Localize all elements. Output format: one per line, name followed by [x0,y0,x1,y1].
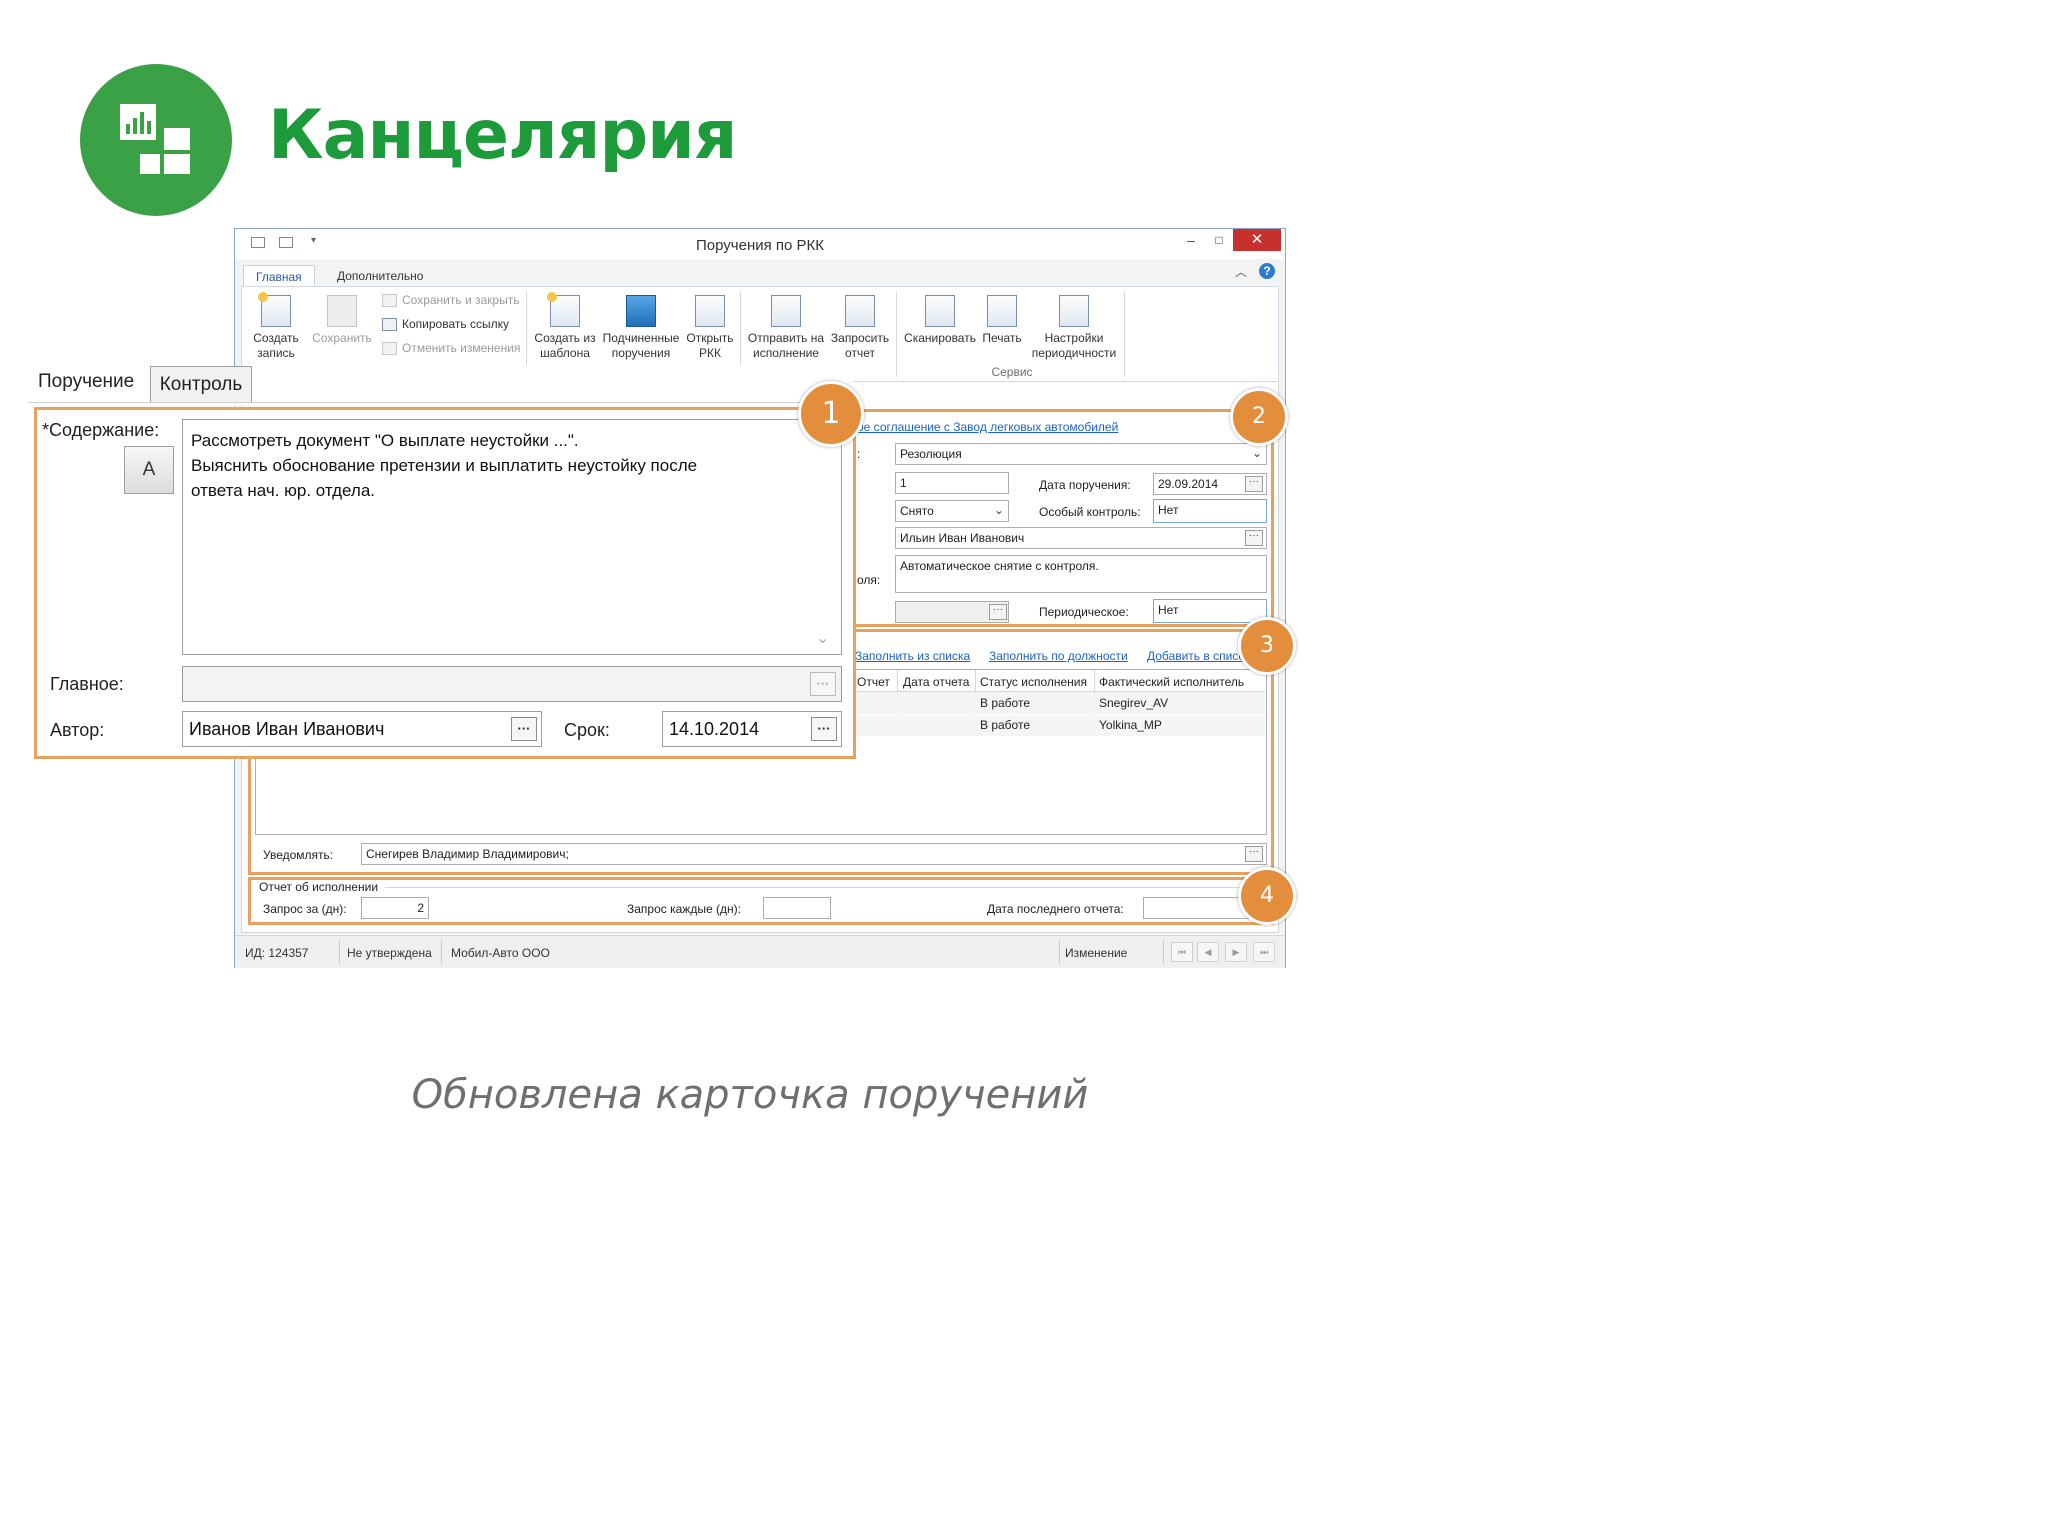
save-close-icon [382,294,397,308]
badge-1: 1 [798,381,864,447]
app-logo [80,64,232,216]
create-record-button[interactable]: Создать запись [248,292,304,361]
edit-mode: Изменение [1065,946,1128,960]
close-button[interactable]: ✕ [1233,229,1281,251]
logo-tile [164,154,190,174]
status-bar: ИД: 124357 Не утверждена Мобил-Авто ООО … [235,935,1285,968]
scanner-icon [925,295,955,327]
textarea-scroll-down-icon[interactable]: ⌄ [816,628,829,648]
badge-2: 2 [1230,388,1288,446]
save-close-button[interactable]: Сохранить и закрыть [382,293,519,308]
main-label: Главное: [50,674,124,694]
record-id: ИД: 124357 [245,946,309,960]
ribbon-separator [740,291,741,377]
author-label: Автор: [50,720,105,740]
template-icon [547,292,580,327]
save-icon [327,295,357,327]
ribbon-tabs: Главная Дополнительно [235,261,1285,288]
save-button[interactable]: Сохранить [308,295,376,346]
text-format-button[interactable]: A [124,446,174,494]
ribbon-group-label: Сервис [991,365,1033,379]
ribbon-collapse-icon[interactable]: ︿ [1235,263,1247,280]
next-record-icon[interactable]: ▶ [1225,942,1247,962]
first-record-icon[interactable]: ⏮ [1171,942,1193,962]
create-from-template-button[interactable]: Создать из шаблона [532,292,598,361]
periodicity-settings-button[interactable]: Настройки периодичности [1026,295,1122,361]
printer-icon [987,295,1017,327]
highlight-frame-2 [848,409,1274,627]
open-rkk-button[interactable]: Открыть РКК [684,295,736,361]
request-report-button[interactable]: Запросить отчет [828,295,892,361]
main-field[interactable] [182,666,842,702]
logo-chart-tile [120,104,156,140]
window-title: Поручения по РКК [695,237,825,254]
send-to-execution-button[interactable]: Отправить на исполнение [746,295,826,361]
undo-icon [382,342,397,356]
main-picker-button[interactable]: ··· [810,672,836,696]
copy-link-button[interactable]: Копировать ссылку [382,317,509,332]
content-line: ответа нач. юр. отдела. [191,481,376,500]
document-icon [695,295,725,327]
overlay-tab-rule [28,402,854,403]
ribbon-separator [526,291,527,377]
organization: Мобил-Авто ООО [451,946,550,960]
author-picker-button[interactable]: ··· [511,717,537,741]
ribbon-separator [1124,291,1125,377]
deadline-picker-button[interactable]: ··· [811,717,837,741]
status-separator [1163,940,1164,964]
tab-main[interactable]: Главная [243,265,315,288]
content-line: Рассмотреть документ "О выплате неустойк… [191,431,579,450]
ribbon-separator [896,291,897,377]
minimize-button[interactable]: – [1177,229,1205,251]
approval-status: Не утверждена [347,946,432,960]
status-separator [441,940,442,964]
title-bar: ▾ Поручения по РКК – □ ✕ [235,229,1285,259]
deadline-label: Срок: [564,720,610,740]
copy-link-icon [382,318,397,332]
author-field[interactable]: Иванов Иван Иванович [182,711,542,747]
scan-button[interactable]: Сканировать [902,295,978,346]
logo-tile [140,154,160,174]
maximize-button[interactable]: □ [1205,229,1233,251]
content-label: *Содержание: [42,420,160,440]
prev-record-icon[interactable]: ◀ [1197,942,1219,962]
slide-title: Канцелярия [268,96,737,175]
help-icon[interactable]: ? [1259,263,1275,279]
print-button[interactable]: Печать [980,295,1024,346]
calendar-settings-icon [1059,295,1089,327]
content-textarea[interactable]: Рассмотреть документ "О выплате неустойк… [182,419,842,655]
sub-orders-button[interactable]: Подчиненные поручения [600,295,682,361]
logo-tile [164,128,190,150]
status-separator [1059,940,1060,964]
tab-order[interactable]: Поручение [38,371,134,393]
last-record-icon[interactable]: ⏭ [1253,942,1275,962]
calendar-request-icon [845,295,875,327]
badge-4: 4 [1238,867,1296,925]
badge-3: 3 [1238,617,1296,675]
highlight-frame-4 [248,877,1274,925]
tab-additional[interactable]: Дополнительно [325,265,435,287]
tab-control[interactable]: Контроль [150,366,252,402]
slide-caption: Обновлена карточка поручений [411,1072,1089,1118]
content-line: Выяснить обоснование претензии и выплати… [191,456,698,475]
status-separator [339,940,340,964]
create-record-icon [258,292,291,327]
cancel-changes-button[interactable]: Отменить изменения [382,341,520,356]
book-icon [626,295,656,327]
calendar-send-icon [771,295,801,327]
